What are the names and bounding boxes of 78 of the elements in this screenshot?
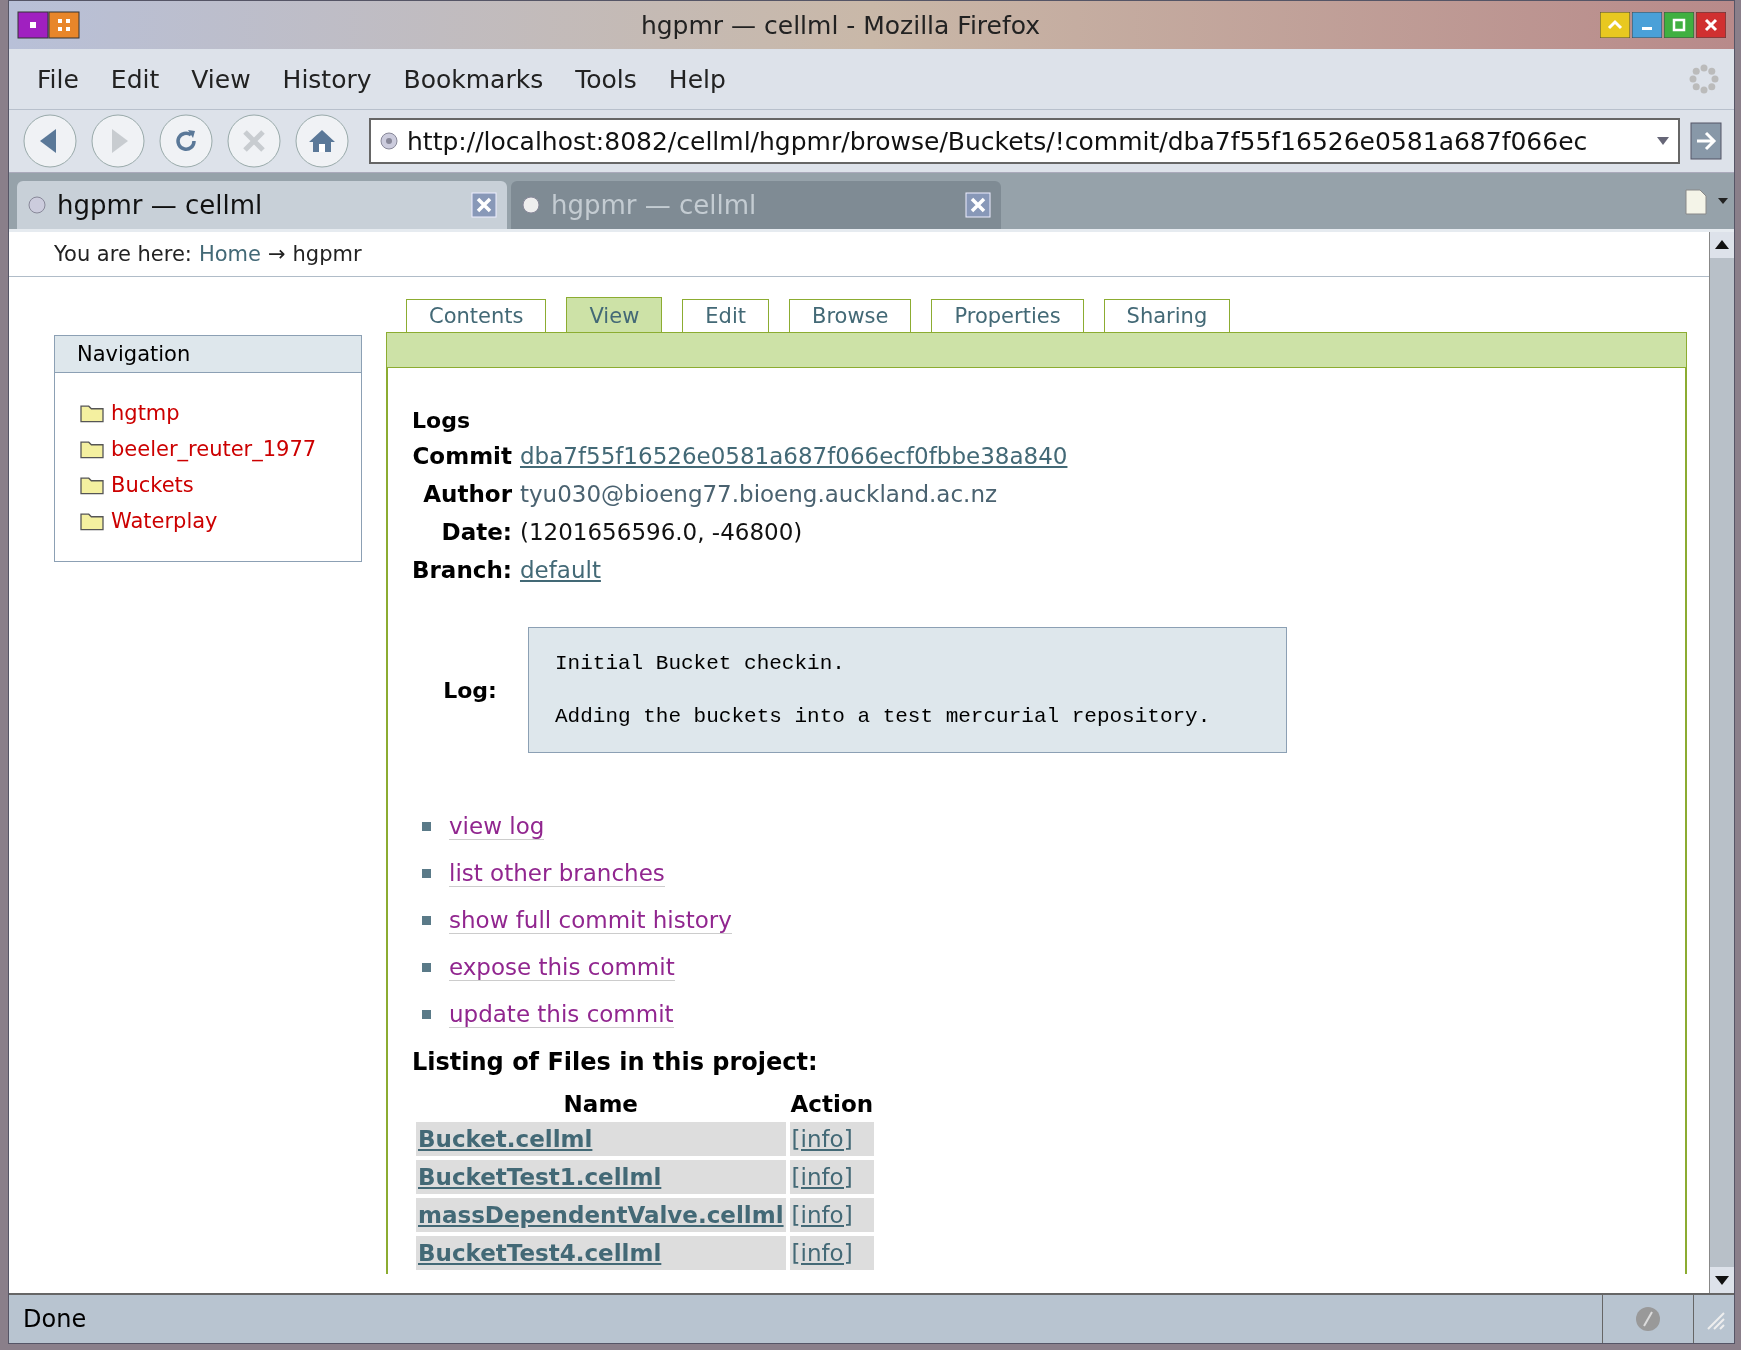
breadcrumb-arrow: → bbox=[267, 242, 286, 266]
reload-icon[interactable] bbox=[157, 112, 215, 170]
scrollbar[interactable] bbox=[1709, 232, 1734, 1293]
log-label: Log: bbox=[442, 677, 498, 703]
field-link[interactable]: dba7f55f16526e0581a687f066ecf0fbbe38a840 bbox=[520, 443, 1068, 469]
action-link[interactable]: show full commit history bbox=[449, 907, 732, 934]
tab-list-icon[interactable] bbox=[1684, 186, 1730, 216]
column-header: Action bbox=[789, 1090, 875, 1118]
tab-close-icon[interactable] bbox=[471, 192, 497, 218]
home-icon[interactable] bbox=[293, 112, 351, 170]
tab[interactable]: Edit bbox=[682, 299, 769, 332]
minimize-icon[interactable] bbox=[1632, 12, 1662, 38]
log-message-box: Initial Bucket checkin. Adding the buckets into a test mercurial repository. bbox=[528, 627, 1287, 753]
back-icon[interactable] bbox=[21, 112, 79, 170]
field-label: Date: bbox=[440, 519, 512, 545]
field-value: (1201656596.0, -46800) bbox=[520, 519, 803, 545]
tab[interactable]: Contents bbox=[406, 299, 547, 332]
folder-link[interactable]: beeler_reuter_1977 bbox=[55, 431, 361, 467]
scroll-up-icon[interactable] bbox=[1710, 232, 1734, 258]
tab[interactable]: Browse bbox=[789, 299, 912, 332]
info-link[interactable]: [info] bbox=[791, 1126, 853, 1152]
file-link[interactable]: massDependentValve.cellml bbox=[418, 1202, 784, 1228]
field-label: Commit bbox=[412, 443, 512, 469]
menu-item[interactable]: View bbox=[177, 60, 265, 98]
menu-item[interactable]: Help bbox=[654, 60, 740, 98]
file-link[interactable]: BucketTest1.cellml bbox=[418, 1164, 662, 1190]
field-link[interactable]: default bbox=[520, 557, 601, 583]
info-link[interactable]: [info] bbox=[791, 1202, 853, 1228]
file-link[interactable]: Bucket.cellml bbox=[418, 1126, 593, 1152]
breadcrumb-label: You are here: bbox=[54, 242, 192, 266]
close-icon[interactable] bbox=[1696, 12, 1726, 38]
action-link[interactable]: expose this commit bbox=[449, 954, 675, 981]
window-menu-icon[interactable] bbox=[17, 11, 81, 39]
tab[interactable]: View bbox=[566, 297, 663, 332]
throbber-icon bbox=[1688, 63, 1720, 95]
folder-link[interactable]: hgtmp bbox=[55, 395, 361, 431]
address-field[interactable]: http://localhost:8082/cellml/hgpmr/browse/Buckets/!commit/dba7f55f16526e0581a687f066ec bbox=[369, 118, 1680, 164]
window-title: hgpmr — cellml - Mozilla Firefox bbox=[639, 10, 1042, 40]
bullet-icon bbox=[422, 963, 431, 972]
status-text: Done bbox=[22, 1305, 88, 1333]
menu-item[interactable]: File bbox=[23, 60, 93, 98]
logs-heading: Logs bbox=[412, 408, 471, 433]
maximize-icon[interactable] bbox=[1664, 12, 1694, 38]
menu-item[interactable]: History bbox=[268, 60, 386, 98]
action-link[interactable]: list other branches bbox=[449, 860, 665, 887]
tab[interactable]: Properties bbox=[931, 299, 1084, 332]
field-label: Author bbox=[422, 481, 512, 507]
browser-tab[interactable]: hgpmr — cellml bbox=[17, 181, 507, 229]
bullet-icon bbox=[422, 1010, 431, 1019]
action-link[interactable]: view log bbox=[449, 813, 545, 840]
home-link[interactable]: Home bbox=[198, 242, 261, 266]
bullet-icon bbox=[422, 822, 431, 831]
files-heading: Listing of Files in this project: bbox=[412, 1048, 819, 1076]
shade-icon[interactable] bbox=[1600, 12, 1630, 38]
tab-close-icon[interactable] bbox=[965, 192, 991, 218]
page-icon bbox=[27, 195, 47, 215]
info-link[interactable]: [info] bbox=[791, 1164, 853, 1190]
breadcrumb-current: hgpmr bbox=[292, 242, 362, 266]
action-link[interactable]: update this commit bbox=[449, 1001, 674, 1028]
scroll-down-icon[interactable] bbox=[1710, 1267, 1734, 1293]
menu-item[interactable]: Bookmarks bbox=[389, 60, 558, 98]
column-header: Name bbox=[562, 1090, 639, 1118]
site-icon bbox=[379, 131, 399, 151]
tab[interactable]: Sharing bbox=[1103, 299, 1231, 332]
menu-item[interactable]: Tools bbox=[561, 60, 651, 98]
folder-link[interactable]: Waterplay bbox=[55, 503, 361, 539]
dropdown-icon[interactable] bbox=[1656, 136, 1670, 146]
bullet-icon bbox=[422, 916, 431, 925]
security-icon bbox=[1635, 1306, 1661, 1332]
field-label: Branch: bbox=[412, 557, 512, 583]
file-link[interactable]: BucketTest4.cellml bbox=[418, 1240, 662, 1266]
info-link[interactable]: [info] bbox=[791, 1240, 853, 1266]
navigation-title: Navigation bbox=[55, 336, 361, 373]
page-icon bbox=[521, 195, 541, 215]
bullet-icon bbox=[422, 869, 431, 878]
folder-link[interactable]: Buckets bbox=[55, 467, 361, 503]
field-value: tyu030@bioeng77.bioeng.auckland.ac.nz bbox=[520, 481, 998, 507]
menu-item[interactable]: Edit bbox=[96, 60, 174, 98]
